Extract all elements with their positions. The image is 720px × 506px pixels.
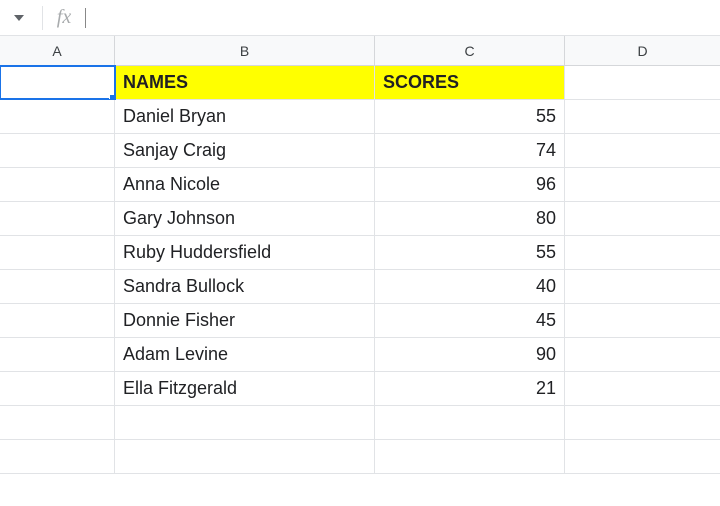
cell-name[interactable]: Daniel Bryan — [115, 100, 375, 133]
cell-C[interactable] — [375, 440, 565, 473]
cell-C1-scores-header[interactable]: SCORES — [375, 66, 565, 99]
grid-row: NAMES SCORES — [0, 66, 720, 100]
cell-D[interactable] — [565, 100, 720, 133]
grid-row: Gary Johnson 80 — [0, 202, 720, 236]
cell-A[interactable] — [0, 168, 115, 201]
cell-score[interactable]: 40 — [375, 270, 565, 303]
cell-D1[interactable] — [565, 66, 720, 99]
cell-score[interactable]: 90 — [375, 338, 565, 371]
cell-B1-names-header[interactable]: NAMES — [115, 66, 375, 99]
grid-row-empty — [0, 440, 720, 474]
cell-B[interactable] — [115, 440, 375, 473]
grid-row: Daniel Bryan 55 — [0, 100, 720, 134]
grid-row: Anna Nicole 96 — [0, 168, 720, 202]
column-header-A[interactable]: A — [0, 36, 115, 65]
column-header-C[interactable]: C — [375, 36, 565, 65]
cell-D[interactable] — [565, 236, 720, 269]
cell-A[interactable] — [0, 270, 115, 303]
cell-D[interactable] — [565, 304, 720, 337]
column-header-label: A — [52, 43, 61, 59]
cell-B[interactable] — [115, 406, 375, 439]
column-header-label: B — [240, 43, 249, 59]
column-header-row: A B C D — [0, 36, 720, 66]
cell-name[interactable]: Ruby Huddersfield — [115, 236, 375, 269]
cell-score[interactable]: 45 — [375, 304, 565, 337]
grid-row: Ruby Huddersfield 55 — [0, 236, 720, 270]
cell-score[interactable]: 74 — [375, 134, 565, 167]
cell-D[interactable] — [565, 338, 720, 371]
cell-D[interactable] — [565, 372, 720, 405]
column-header-D[interactable]: D — [565, 36, 720, 65]
cell-score[interactable]: 80 — [375, 202, 565, 235]
fx-label: fx — [49, 6, 79, 29]
name-box-dropdown-icon[interactable] — [6, 5, 32, 31]
cell-A[interactable] — [0, 440, 115, 473]
spreadsheet-grid: A B C D NAMES SCORES Daniel Bryan 55 San… — [0, 36, 720, 474]
cell-D[interactable] — [565, 168, 720, 201]
cell-A[interactable] — [0, 372, 115, 405]
cell-D[interactable] — [565, 440, 720, 473]
cell-score[interactable]: 21 — [375, 372, 565, 405]
cell-name[interactable]: Donnie Fisher — [115, 304, 375, 337]
cell-D[interactable] — [565, 134, 720, 167]
cell-A[interactable] — [0, 406, 115, 439]
column-header-label: D — [637, 43, 647, 59]
grid-row: Adam Levine 90 — [0, 338, 720, 372]
grid-row: Donnie Fisher 45 — [0, 304, 720, 338]
cell-name[interactable]: Sanjay Craig — [115, 134, 375, 167]
cell-D[interactable] — [565, 270, 720, 303]
cell-A[interactable] — [0, 100, 115, 133]
cell-D[interactable] — [565, 202, 720, 235]
cell-C[interactable] — [375, 406, 565, 439]
cell-score[interactable]: 55 — [375, 100, 565, 133]
formula-input[interactable] — [86, 0, 720, 35]
cell-score[interactable]: 55 — [375, 236, 565, 269]
formula-bar-divider — [42, 6, 43, 30]
cell-name[interactable]: Adam Levine — [115, 338, 375, 371]
cell-A[interactable] — [0, 236, 115, 269]
cell-A[interactable] — [0, 202, 115, 235]
formula-bar: fx — [0, 0, 720, 36]
cell-D[interactable] — [565, 406, 720, 439]
grid-rows: NAMES SCORES Daniel Bryan 55 Sanjay Crai… — [0, 66, 720, 474]
cell-name[interactable]: Anna Nicole — [115, 168, 375, 201]
cell-name[interactable]: Ella Fitzgerald — [115, 372, 375, 405]
cell-name[interactable]: Sandra Bullock — [115, 270, 375, 303]
grid-row: Sandra Bullock 40 — [0, 270, 720, 304]
cell-A[interactable] — [0, 134, 115, 167]
grid-row-empty — [0, 406, 720, 440]
column-header-B[interactable]: B — [115, 36, 375, 65]
cell-A1[interactable] — [0, 66, 115, 99]
grid-row: Ella Fitzgerald 21 — [0, 372, 720, 406]
column-header-label: C — [464, 43, 474, 59]
cell-A[interactable] — [0, 338, 115, 371]
cell-name[interactable]: Gary Johnson — [115, 202, 375, 235]
cell-A[interactable] — [0, 304, 115, 337]
cell-score[interactable]: 96 — [375, 168, 565, 201]
grid-row: Sanjay Craig 74 — [0, 134, 720, 168]
